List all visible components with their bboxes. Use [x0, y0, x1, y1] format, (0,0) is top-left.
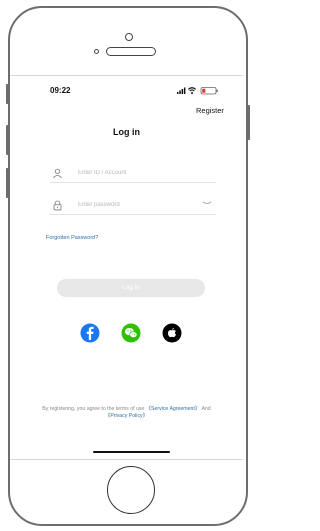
- apple-icon[interactable]: [162, 323, 182, 343]
- facebook-icon[interactable]: [80, 323, 100, 343]
- phone-frame: [8, 6, 248, 526]
- account-field[interactable]: [50, 166, 216, 183]
- privacy-policy-link[interactable]: 《Privacy Policy》: [105, 413, 148, 419]
- service-agreement-link[interactable]: 《Service Agreement》: [146, 406, 200, 412]
- front-camera: [125, 33, 133, 41]
- lock-icon: [53, 200, 62, 211]
- account-input[interactable]: [78, 166, 198, 179]
- wechat-icon[interactable]: [121, 323, 141, 343]
- side-button-mute: [6, 84, 9, 104]
- signal-icon: [177, 87, 186, 94]
- terms-notice: By registering, you agree to the terms o…: [34, 406, 219, 420]
- home-button[interactable]: [107, 466, 155, 514]
- status-time: 09:22: [50, 86, 71, 95]
- screen-bottom-edge: [10, 459, 243, 460]
- password-field[interactable]: [50, 198, 216, 215]
- home-indicator: [93, 451, 170, 453]
- page-title: Log in: [113, 127, 140, 137]
- eye-closed-icon[interactable]: [202, 200, 212, 206]
- earpiece-speaker: [106, 47, 156, 56]
- register-link[interactable]: Register: [196, 106, 224, 115]
- forgot-password-link[interactable]: Forgotten Password?: [46, 235, 98, 241]
- user-icon: [53, 168, 62, 179]
- battery-icon: [200, 87, 218, 95]
- login-button[interactable]: Log in: [57, 279, 205, 297]
- status-icons: [177, 87, 218, 95]
- side-button-volume-down: [6, 168, 9, 198]
- terms-and-text: And: [200, 406, 211, 412]
- screen-top-edge: [10, 75, 243, 76]
- terms-text: By registering, you agree to the terms o…: [42, 406, 146, 412]
- password-input[interactable]: [78, 198, 198, 211]
- proximity-sensor: [94, 49, 99, 54]
- wifi-icon: [187, 87, 197, 94]
